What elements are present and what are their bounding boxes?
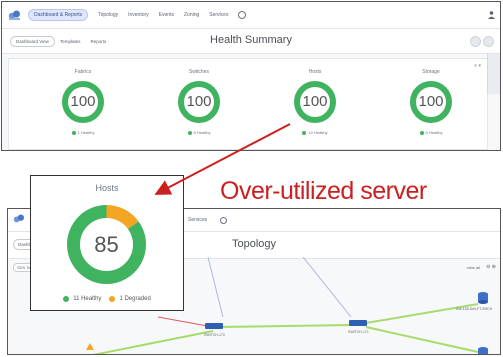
user-icon[interactable] [488,11,495,19]
node-label: SWITCH-171 [348,330,369,334]
legend-degraded: 1 Degraded [119,296,151,302]
card-label: Fabrics [74,69,92,75]
top-subnav: Dashboard View Templates Reports Health … [2,29,500,54]
healthy-dot-icon [187,130,192,135]
warning-icon [86,343,94,350]
nav-zoning[interactable]: Zoning [184,12,199,18]
top-navbar: Dashboard & Reports Topology Inventory E… [2,2,500,29]
card-legend: 1 Healthy [53,130,113,135]
legend-text: 6 Healthy [425,130,443,135]
app-logo-icon[interactable] [13,214,25,224]
storage-node-icon [478,300,488,304]
link-green [92,330,214,354]
card-hosts[interactable]: Hosts 100 12 Healthy [285,69,345,147]
donut-chart: 100 [293,80,337,124]
healthy-dot-icon [71,130,76,135]
node-label: SWITCH-170 [204,333,225,337]
card-legend: 8 Healthy [169,130,229,135]
healthy-dot-icon [419,130,424,135]
donut-chart: 100 [177,80,221,124]
callout-value: 85 [94,232,119,257]
templates-link[interactable]: Templates [60,39,81,44]
legend-healthy: 11 Healthy [73,296,102,302]
card-label: Switches [188,69,209,75]
donut-value: 100 [418,93,444,110]
panel-menu-icon[interactable]: ≡ ▾ [474,63,481,69]
node-label: SW-135-Dell-FT-SRCH [456,307,493,311]
search-icon[interactable] [220,217,227,224]
legend-text: 8 Healthy [193,130,211,135]
hosts-callout: Hosts 85 11 Healthy 1 Degraded [30,175,184,311]
healthy-dot-icon [302,130,307,135]
callout-legend: 11 Healthy 1 Degraded [31,296,183,302]
link-red [157,316,214,328]
donut-value: 100 [302,93,328,110]
link-blue [302,257,352,318]
legend-text: 1 Healthy [77,130,95,135]
settings-icon[interactable] [483,36,494,47]
link-green [217,324,352,328]
nav-events[interactable]: Events [159,12,174,18]
card-label: Hosts [308,69,322,75]
card-fabrics[interactable]: Fabrics 100 1 Healthy [53,69,113,147]
donut-chart: 100 [61,80,105,124]
nav-services[interactable]: Services [188,217,207,223]
health-summary-screenshot: Dashboard & Reports Topology Inventory E… [1,1,501,151]
switch-node-icon [205,323,223,329]
nav-dashboard-reports[interactable]: Dashboard & Reports [28,9,89,21]
donut-chart: 100 [409,80,453,124]
side-panel-tab[interactable] [487,54,500,94]
app-logo-icon[interactable] [8,10,21,21]
card-legend: 6 Healthy [401,130,461,135]
add-icon[interactable] [470,36,481,47]
card-legend: 12 Healthy [285,130,345,135]
link-blue [207,257,224,318]
degraded-dot-icon [109,296,116,302]
nav-services[interactable]: Services [209,12,228,18]
link-green [365,326,479,353]
card-storage[interactable]: Storage 100 6 Healthy [401,69,461,147]
dashboard-view-button[interactable]: Dashboard View [10,35,55,47]
reports-link[interactable]: Reports [90,39,106,44]
donut-value: 100 [70,93,96,110]
card-switches[interactable]: Switches 100 8 Healthy [169,69,229,147]
annotation-text: Over-utilized server [220,177,427,205]
nav-topology[interactable]: Topology [98,12,118,18]
legend-text: 12 Healthy [308,130,328,135]
donut-value: 100 [186,93,212,110]
switch-node-icon [349,320,367,326]
search-icon[interactable] [238,11,247,19]
healthy-dot-icon [63,296,70,302]
storage-node-icon [478,349,488,354]
callout-label: Hosts [95,183,119,193]
health-panel: ≡ ▾ Fabrics 100 1 Healthy Switches 100 8… [8,58,488,150]
nav-inventory[interactable]: Inventory [128,12,149,18]
card-label: Storage [422,69,440,75]
